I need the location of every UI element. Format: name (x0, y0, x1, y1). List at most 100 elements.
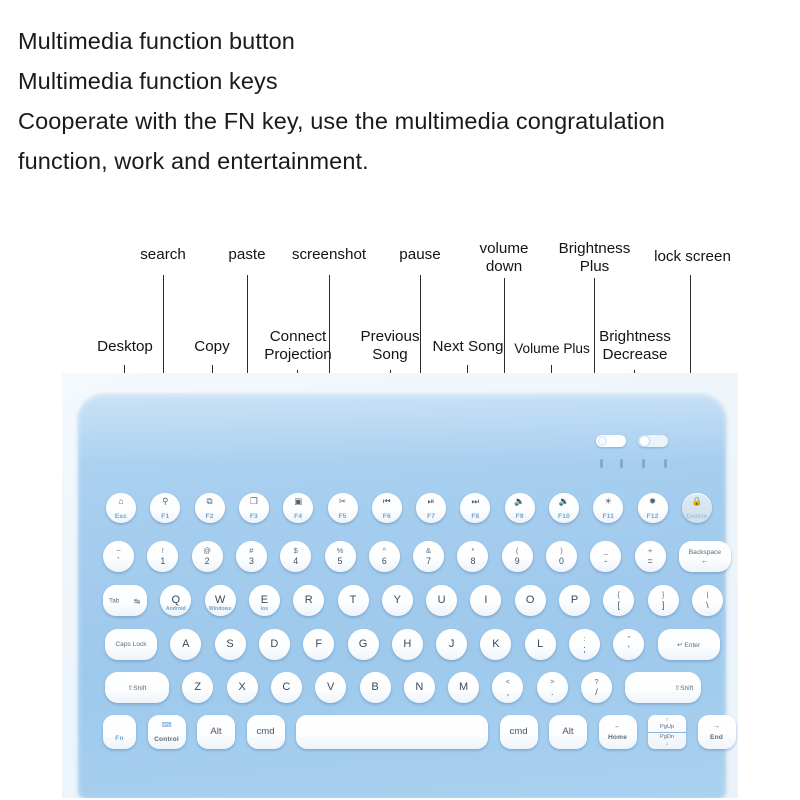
annotation-desktop: Desktop (97, 338, 153, 355)
key-l[interactable]: L (524, 629, 556, 660)
key-f6[interactable]: ⏮ F6 (371, 493, 402, 523)
key-num-8[interactable]: * 8 (457, 541, 489, 572)
key-q[interactable]: Q Android (160, 585, 192, 616)
key-left-shift[interactable]: ⇧Shift (105, 672, 169, 703)
key-enter[interactable]: ↵ Enter (657, 629, 720, 660)
key-num-0[interactable]: ) 0 (546, 541, 577, 572)
key-;[interactable]: :; (569, 629, 600, 660)
key-num-7[interactable]: & 7 (413, 541, 445, 572)
key-f2[interactable]: ⧉ F2 (194, 493, 225, 523)
key-num-`[interactable]: ~ ` (103, 541, 134, 572)
annotation-connect-projection: Connect Projection (264, 328, 332, 363)
key-f11[interactable]: ☀ F11 (593, 493, 624, 523)
key-x[interactable]: X (226, 672, 258, 703)
key-f1[interactable]: ⚲ F1 (150, 493, 181, 523)
key-y[interactable]: Y (381, 585, 413, 616)
key-label: ↵ Enter (677, 641, 701, 649)
key-m[interactable]: M (448, 672, 480, 703)
key-d[interactable]: D (258, 629, 290, 660)
key-v[interactable]: V (315, 672, 347, 703)
key-esc[interactable]: ⌂ Esc (106, 493, 136, 523)
key-i[interactable]: I (470, 585, 502, 616)
key-{[interactable]: {[ (603, 585, 635, 616)
key-j[interactable]: J (436, 629, 468, 660)
key-f10[interactable]: 🔉 F10 (549, 493, 579, 523)
key-}[interactable]: }] (647, 585, 679, 616)
key-k[interactable]: K (480, 629, 512, 660)
key-r[interactable]: R (293, 585, 325, 616)
key-s[interactable]: S (214, 629, 246, 660)
key-f[interactable]: F (303, 629, 335, 660)
key-pgup[interactable]: ↑ PgUp (648, 715, 686, 733)
annotation-pause: pause (399, 246, 441, 263)
key-,[interactable]: <, (492, 672, 524, 703)
key-cmd-left[interactable]: cmd (246, 715, 285, 749)
key-.[interactable]: >. (536, 672, 568, 703)
screenshot-icon: ✂ (338, 496, 347, 506)
left-arrow-icon: ← (614, 723, 621, 730)
copy-icon: ⧉ (206, 496, 213, 506)
key-a[interactable]: A (170, 629, 202, 660)
key-w[interactable]: W Windows (204, 585, 236, 616)
key-num-2[interactable]: @2 (191, 541, 223, 572)
key-num-9[interactable]: (9 (501, 541, 533, 572)
key-c[interactable]: C (270, 672, 302, 703)
key-f7[interactable]: ⏯ F7 (416, 493, 447, 523)
key-space[interactable] (296, 715, 488, 749)
lock-icon: 🔒 (691, 496, 703, 506)
key-backspace[interactable]: Backspace ← (678, 541, 731, 572)
key-/[interactable]: ? / (581, 672, 612, 703)
key-alt-right[interactable]: Alt (549, 715, 587, 749)
key-label: " ' (627, 633, 631, 654)
key-caps-lock[interactable]: Caps Lock (105, 629, 157, 660)
key-fn[interactable]: Fn (103, 715, 136, 749)
key-num-3[interactable]: #3 (235, 541, 267, 572)
key-'[interactable]: " ' (613, 629, 645, 660)
down-arrow-icon: ↓ (665, 740, 669, 747)
key-right-shift[interactable]: ⇧Shift (625, 672, 702, 703)
key-tab[interactable]: Tab ↹ (103, 585, 147, 616)
key-u[interactable]: U (426, 585, 458, 616)
key-pgup-pgdn[interactable]: ↑ PgUp PgDn ↓ (648, 715, 686, 749)
key-control[interactable]: ⌨ Control (147, 715, 186, 749)
key-end[interactable]: → End (697, 715, 736, 749)
key-f4[interactable]: ▣ F4 (283, 493, 314, 523)
key-label: PgDn (660, 733, 674, 740)
key-h[interactable]: H (391, 629, 423, 660)
key-num-4[interactable]: $4 (280, 541, 312, 572)
key-alt[interactable]: Alt (197, 715, 235, 749)
key-label: Caps Lock (115, 641, 147, 648)
key-e[interactable]: Eios (248, 585, 280, 616)
key-b[interactable]: B (359, 672, 391, 703)
key-p[interactable]: P (559, 585, 590, 616)
key-label: N (415, 681, 424, 693)
key-label: F7 (427, 512, 436, 520)
key-cmd-right[interactable]: cmd (499, 715, 538, 749)
connect-toggle-switch[interactable] (638, 435, 668, 447)
key-num-=[interactable]: + = (634, 541, 666, 572)
power-toggle-switch[interactable] (596, 435, 626, 447)
key-num-1[interactable]: ! 1 (147, 541, 179, 572)
key-delete[interactable]: 🔒 Delete (681, 493, 712, 523)
key-label: Tab (109, 597, 120, 604)
key-f5[interactable]: ✂ F5 (327, 493, 358, 523)
key-home[interactable]: ← Home (598, 715, 637, 749)
annotation-previous-song: Previous Song (360, 328, 420, 363)
key-pgdn[interactable]: PgDn ↓ (648, 732, 686, 749)
key-g[interactable]: G (347, 629, 379, 660)
key-label: K (492, 638, 500, 650)
key-num--[interactable]: _ - (590, 541, 622, 572)
brightness-up-icon: ☀ (604, 496, 613, 506)
key-label: * 8 (470, 545, 476, 566)
key-f3[interactable]: ❐ F3 (238, 493, 269, 523)
key-num-6[interactable]: ^ 6 (368, 541, 400, 572)
key-o[interactable]: O (514, 585, 546, 616)
key-f12[interactable]: ✹ F12 (637, 493, 668, 523)
key-n[interactable]: N (403, 672, 435, 703)
key-num-5[interactable]: % 5 (324, 541, 356, 572)
key-|[interactable]: | \ (691, 585, 723, 616)
key-t[interactable]: T (337, 585, 369, 616)
key-f9[interactable]: 🔈 F9 (504, 493, 535, 523)
key-f8[interactable]: ⏭ F8 (460, 493, 491, 523)
key-z[interactable]: Z (182, 672, 214, 703)
